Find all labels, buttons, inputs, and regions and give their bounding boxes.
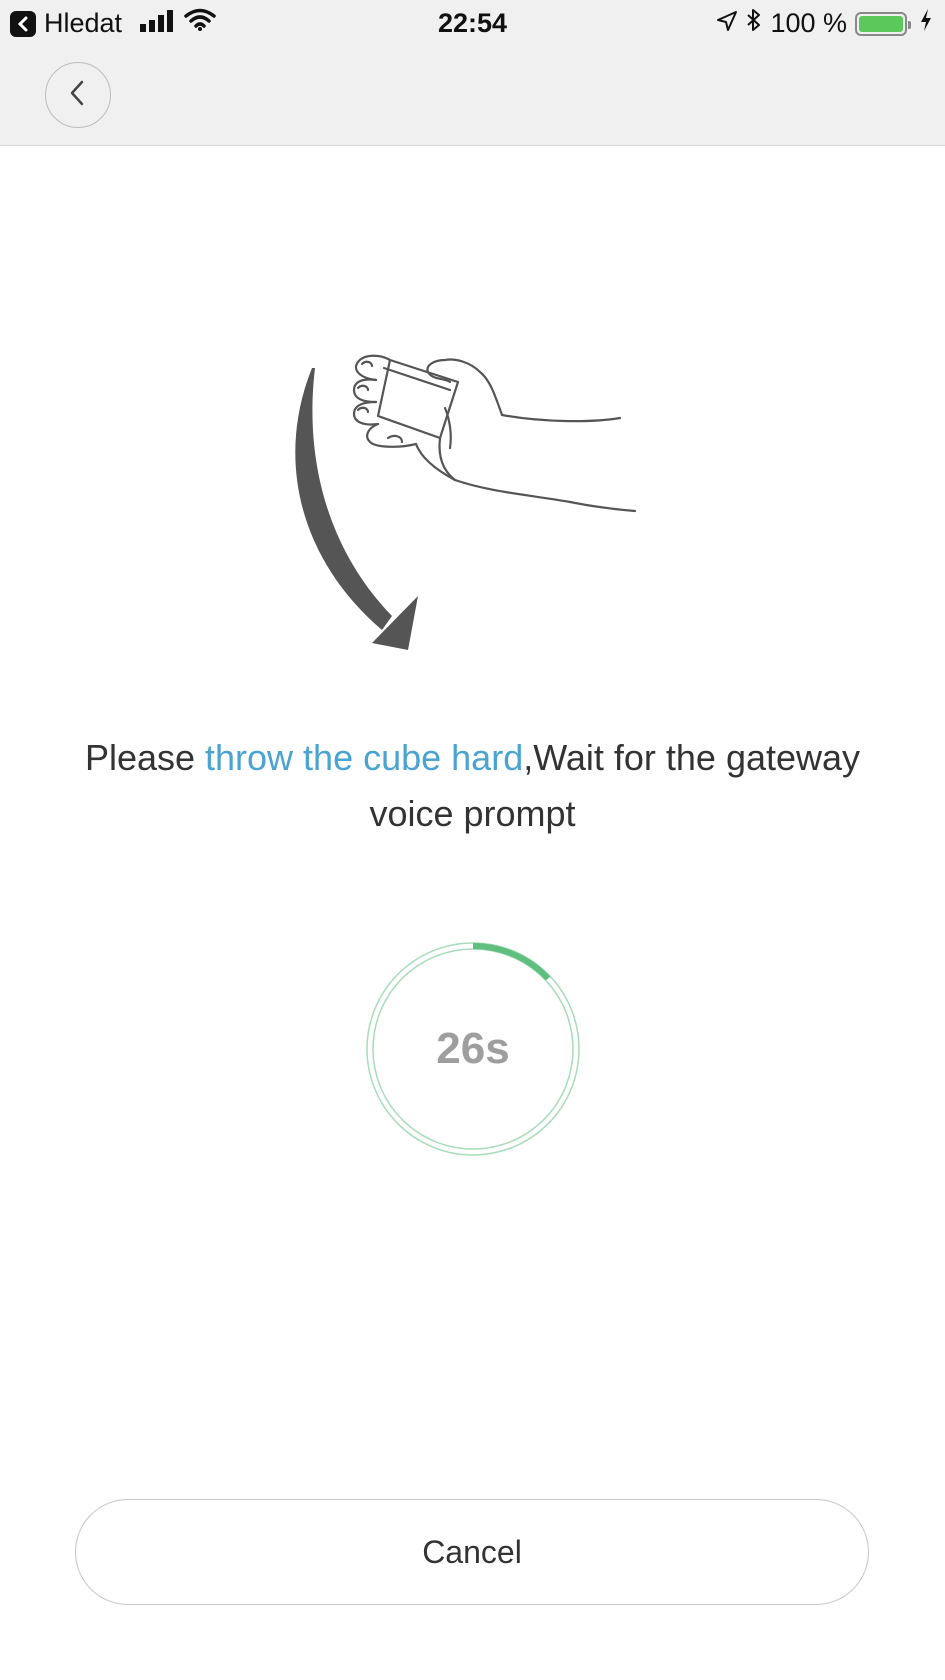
battery-level	[859, 15, 903, 32]
location-icon	[716, 8, 738, 39]
hand-holding-cube-icon	[352, 354, 637, 513]
battery-icon	[855, 11, 911, 36]
curved-arrow-icon	[295, 368, 418, 650]
instruction-prefix: Please	[84, 737, 206, 778]
nav-bar	[0, 48, 945, 146]
status-right: 100 %	[716, 8, 933, 39]
charging-icon	[919, 8, 933, 39]
back-button[interactable]	[45, 62, 111, 128]
instruction-highlight: throw the cube hard	[205, 737, 524, 778]
throw-cube-illustration	[290, 310, 650, 690]
battery-text: 100 %	[770, 8, 847, 38]
bluetooth-icon	[746, 8, 762, 39]
instruction-text: Please throw the cube hard,Wait for the …	[80, 730, 865, 842]
cancel-button[interactable]: Cancel	[75, 1499, 869, 1605]
status-bar: Hledat 22:54 100 %	[0, 0, 945, 48]
timer-label: 26s	[436, 1024, 510, 1073]
chevron-left-icon	[67, 78, 89, 113]
countdown-timer: 26s	[361, 937, 585, 1161]
